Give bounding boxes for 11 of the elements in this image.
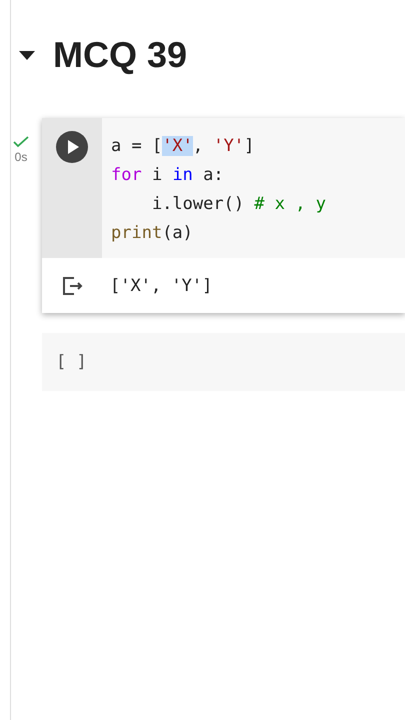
execution-time: 0s [14,150,28,164]
section-heading: MCQ 39 [53,34,188,76]
code-line: i.lower() # x , y [150,193,326,216]
collapse-caret-icon[interactable] [18,49,36,61]
code-line: a = ['X', 'Y'] [111,135,256,158]
code-line: for i in a: [111,164,225,187]
cell-prompt: [ ] [56,352,87,372]
cell-output: ['X', 'Y'] [110,276,212,296]
output-icon[interactable] [62,276,84,296]
code-line: print(a) [111,222,194,245]
run-button[interactable] [56,131,88,163]
